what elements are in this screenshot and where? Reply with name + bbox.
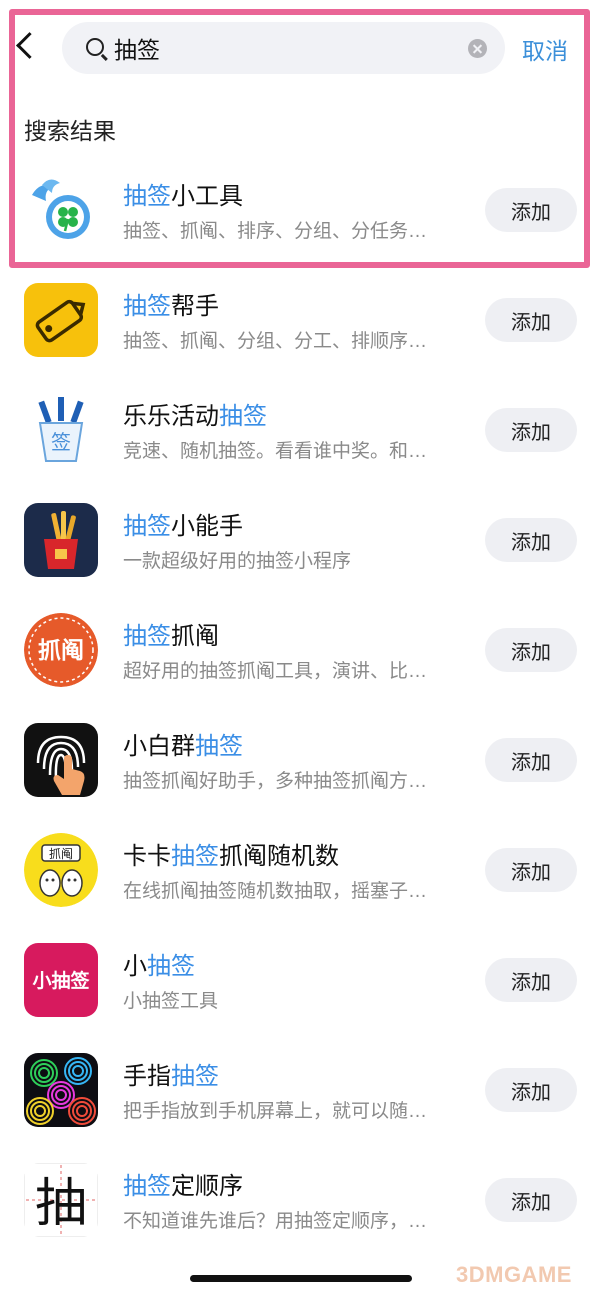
search-input[interactable]: [114, 32, 434, 64]
zhuajiu-badge-icon: 抓阄: [24, 613, 98, 687]
app-title: 卡卡抽签抓阄随机数: [123, 843, 339, 870]
add-button[interactable]: 添加: [485, 1178, 577, 1222]
app-title: 手指抽签: [123, 1063, 219, 1090]
svg-text:签: 签: [51, 430, 71, 454]
list-item[interactable]: 小白群抽签 抽签抓阄好助手，多种抽签抓阄方… 添加: [0, 704, 600, 814]
app-title: 抽签定顺序: [123, 1173, 243, 1200]
add-button[interactable]: 添加: [485, 408, 577, 452]
results-list: 抽签小工具 抽签、抓阄、排序、分组、分任务… 添加 抽签帮手 抽签、抓阄、分组、…: [0, 154, 600, 1254]
app-title: 小抽签: [123, 953, 195, 980]
add-button[interactable]: 添加: [485, 518, 577, 562]
tag-icon: [24, 283, 98, 357]
add-button[interactable]: 添加: [485, 298, 577, 342]
app-description: 在线抓阄抽签随机数抽取，摇塞子…: [123, 881, 428, 902]
add-button[interactable]: 添加: [485, 1068, 577, 1112]
app-description: 一款超级好用的抽签小程序: [123, 551, 352, 572]
fingerprint-icon: [24, 723, 98, 797]
add-button[interactable]: 添加: [485, 738, 577, 782]
lottery-cup-icon: 签: [24, 393, 98, 467]
list-item[interactable]: 抽签小工具 抽签、抓阄、排序、分组、分任务… 添加: [0, 154, 600, 264]
add-button[interactable]: 添加: [485, 628, 577, 672]
icon-text: 小抽签: [32, 969, 90, 992]
app-title: 乐乐活动抽签: [123, 403, 267, 430]
cartoon-sticker-icon: 抓阄: [24, 833, 98, 907]
add-button[interactable]: 添加: [485, 188, 577, 232]
search-bar: 取消: [0, 0, 600, 96]
icon-text: 抓阄: [49, 846, 73, 861]
add-button[interactable]: 添加: [485, 848, 577, 892]
icon-text: 抓阄: [38, 638, 84, 664]
chou-character-icon: 抽: [24, 1163, 98, 1237]
app-description: 抽签抓阄好助手，多种抽签抓阄方…: [123, 771, 428, 792]
app-description: 竞速、随机抽签。看看谁中奖。和…: [123, 441, 428, 462]
app-description: 把手指放到手机屏幕上，就可以随…: [123, 1101, 428, 1122]
search-icon: [86, 38, 104, 56]
app-title: 抽签小工具: [123, 183, 243, 210]
list-item[interactable]: 抓阄 抽签抓阄 超好用的抽签抓阄工具，演讲、比… 添加: [0, 594, 600, 704]
home-indicator[interactable]: [190, 1275, 412, 1282]
list-item[interactable]: 抽 抽签定顺序 不知道谁先谁后？用抽签定顺序，… 添加: [0, 1144, 600, 1254]
list-item[interactable]: 小抽签 小抽签 小抽签工具 添加: [0, 924, 600, 1034]
list-item[interactable]: 抽签小能手 一款超级好用的抽签小程序 添加: [0, 484, 600, 594]
app-description: 超好用的抽签抓阄工具，演讲、比…: [123, 661, 428, 682]
list-item[interactable]: 手指抽签 把手指放到手机屏幕上，就可以随… 添加: [0, 1034, 600, 1144]
app-title: 抽签帮手: [123, 293, 219, 320]
app-title: 小白群抽签: [123, 733, 243, 760]
lottery-box-icon: [24, 503, 98, 577]
cancel-button[interactable]: 取消: [522, 32, 568, 66]
icon-text: 抽: [35, 1174, 87, 1234]
search-box[interactable]: [62, 22, 505, 74]
add-button[interactable]: 添加: [485, 958, 577, 1002]
colorful-fingerprints-icon: [24, 1053, 98, 1127]
watermark: 3DMGAME: [456, 1262, 572, 1287]
clear-icon[interactable]: [468, 39, 487, 58]
list-item[interactable]: 抓阄 卡卡抽签抓阄随机数 在线抓阄抽签随机数抽取，摇塞子… 添加: [0, 814, 600, 924]
clover-lottery-icon: [24, 173, 98, 247]
app-title: 抽签抓阄: [123, 623, 219, 650]
back-arrow-icon[interactable]: [10, 30, 40, 66]
app-description: 抽签、抓阄、分组、分工、排顺序…: [123, 331, 428, 352]
app-description: 小抽签工具: [123, 991, 219, 1012]
xiaochouqian-logo-icon: 小抽签: [24, 943, 98, 1017]
app-description: 不知道谁先谁后？用抽签定顺序，…: [123, 1211, 428, 1232]
section-title: 搜索结果: [24, 118, 116, 144]
app-description: 抽签、抓阄、排序、分组、分任务…: [123, 221, 428, 242]
list-item[interactable]: 签 乐乐活动抽签 竞速、随机抽签。看看谁中奖。和… 添加: [0, 374, 600, 484]
list-item[interactable]: 抽签帮手 抽签、抓阄、分组、分工、排顺序… 添加: [0, 264, 600, 374]
app-title: 抽签小能手: [123, 513, 243, 540]
